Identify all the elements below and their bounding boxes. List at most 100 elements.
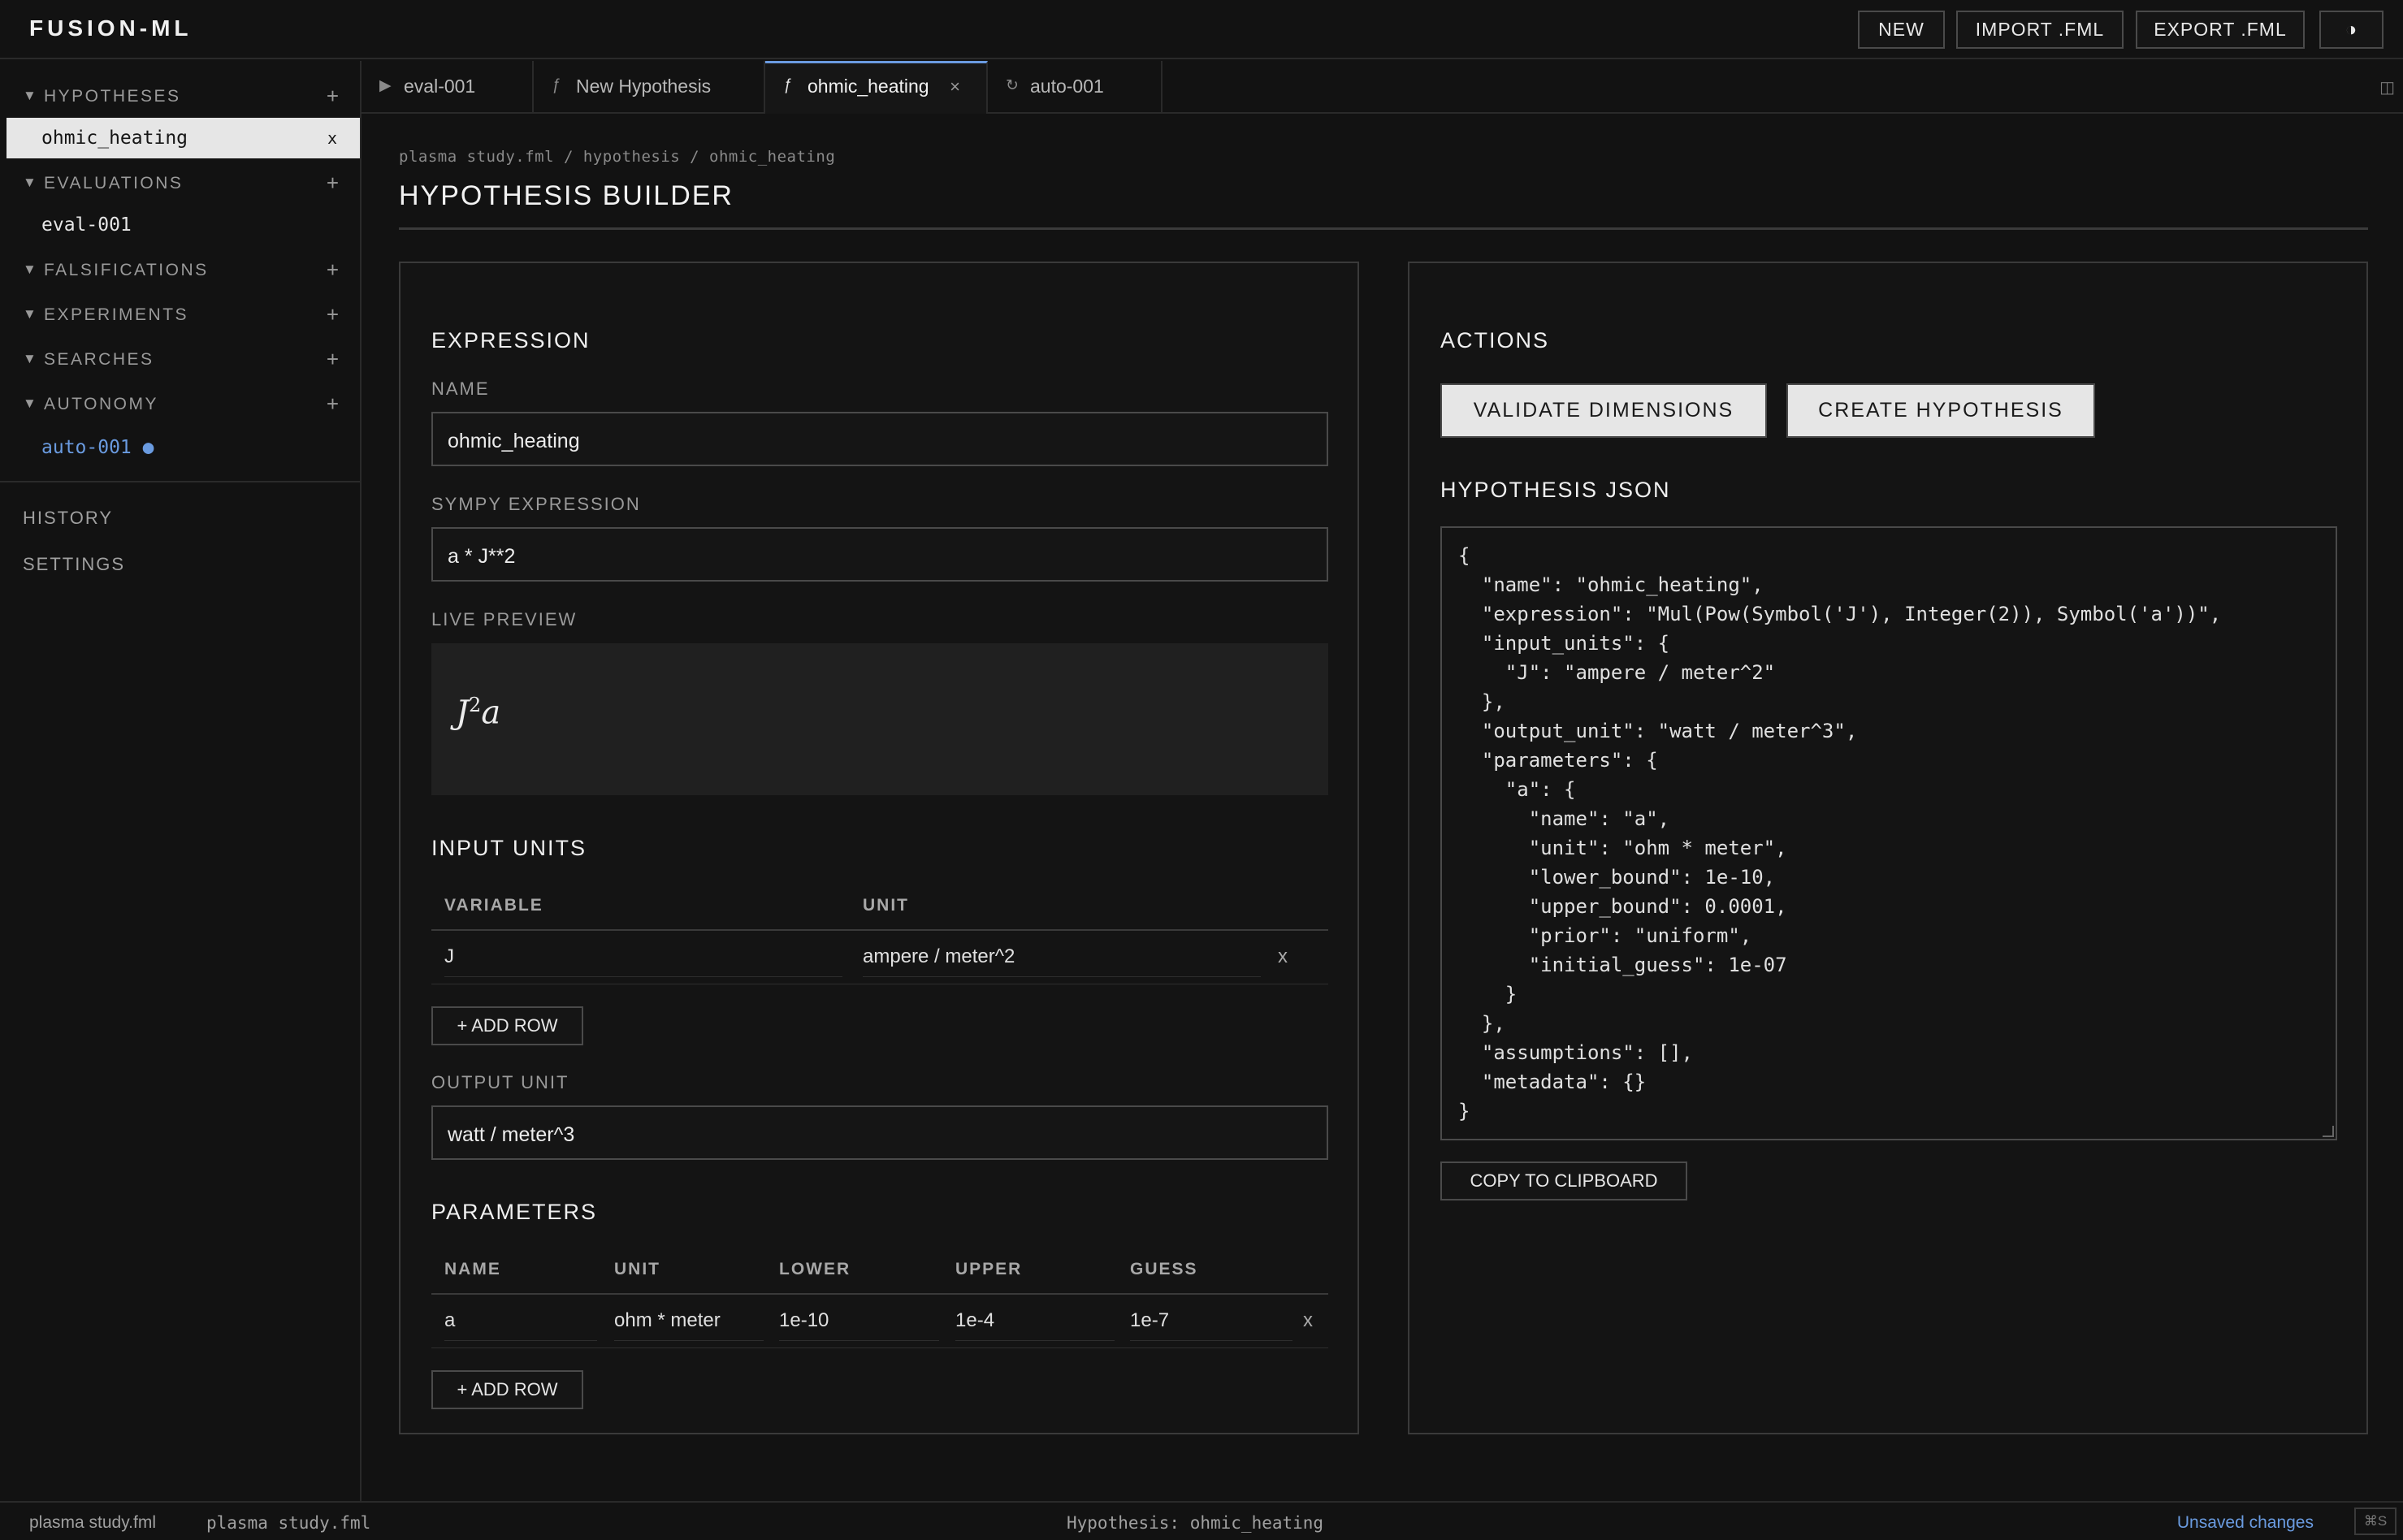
output-unit-label: OUTPUT UNIT [431,1072,569,1092]
column-header-unit: UNIT [863,896,909,915]
sidebar-item-auto-001[interactable]: auto-001 ● [6,427,360,468]
refresh-icon: ↻ [1006,77,1019,94]
theme-toggle-icon[interactable]: ◑ [2319,11,2384,49]
sidebar-item-eval-001[interactable]: eval-001 [6,205,360,245]
tab-ohmic-heating[interactable]: ƒ ohmic_heating × [765,61,988,114]
parameter-guess-cell[interactable]: 1e-7 [1130,1309,1169,1332]
copy-to-clipboard-button[interactable]: COPY TO CLIPBOARD [1440,1161,1687,1200]
expression-panel: EXPRESSION NAME ohmic_heating SYMPY EXPR… [399,262,1359,1434]
section-label: SEARCHES [44,350,154,369]
close-tab-icon[interactable]: × [950,76,960,97]
name-input[interactable]: ohmic_heating [431,412,1328,466]
sympy-label: SYMPY EXPRESSION [431,494,641,514]
add-input-unit-row-button[interactable]: + ADD ROW [431,1006,583,1045]
section-label: AUTONOMY [44,395,158,413]
sidebar: ▼ HYPOTHESES + ohmic_heating x ▼ EVALUAT… [0,61,362,1501]
nav-history[interactable]: HISTORY [23,508,113,529]
section-label: HYPOTHESES [44,87,181,106]
cell-underline [444,976,842,977]
sidebar-section-searches[interactable]: ▼ SEARCHES + [0,342,362,378]
new-button[interactable]: NEW [1858,11,1945,49]
status-current-item: Hypothesis: ohmic_heating [1067,1513,1324,1533]
close-icon[interactable]: x [327,128,337,148]
remove-row-icon[interactable]: x [1303,1309,1313,1332]
cell-underline [1130,1340,1292,1341]
json-content: { "name": "ohmic_heating", "expression":… [1458,544,2222,1123]
app-brand: FUSION-ML [29,15,193,41]
parameter-unit-cell[interactable]: ohm * meter [614,1309,721,1332]
add-parameter-row-button[interactable]: + ADD ROW [431,1370,583,1409]
sidebar-section-experiments[interactable]: ▼ EXPERIMENTS + [0,297,362,333]
expression-heading: EXPRESSION [431,328,591,353]
collapse-triangle-icon: ▼ [23,396,37,411]
rendered-formula: J2a [456,694,500,731]
function-icon: ƒ [552,76,561,93]
split-view-icon[interactable]: ◫ [2379,77,2395,97]
sidebar-section-hypotheses[interactable]: ▼ HYPOTHESES + [0,79,362,115]
parameters-heading: PARAMETERS [431,1200,598,1224]
top-bar: FUSION-ML NEW IMPORT .FML EXPORT .FML ◑ [0,0,2403,59]
sidebar-section-autonomy[interactable]: ▼ AUTONOMY + [0,387,362,422]
column-header-lower: LOWER [779,1260,851,1278]
cell-underline [955,1340,1115,1341]
add-search-icon[interactable]: + [327,347,339,372]
parameter-lower-cell[interactable]: 1e-10 [779,1309,829,1332]
section-label: FALSIFICATIONS [44,261,209,279]
tab-label: New Hypothesis [576,76,712,97]
tab-auto-001[interactable]: ↻ auto-001 [988,61,1163,114]
nav-settings[interactable]: SETTINGS [23,554,125,575]
add-autonomy-icon[interactable]: + [327,391,339,417]
sidebar-section-falsifications[interactable]: ▼ FALSIFICATIONS + [0,253,362,288]
hypothesis-json-textarea[interactable]: { "name": "ohmic_heating", "expression":… [1440,526,2337,1140]
name-label: NAME [431,379,490,399]
formula-exponent: 2 [469,694,482,716]
section-label: EVALUATIONS [44,174,184,192]
column-header-upper: UPPER [955,1260,1023,1278]
breadcrumb: plasma study.fml / hypothesis / ohmic_he… [399,148,836,166]
section-label: EXPERIMENTS [44,305,189,324]
actions-panel: ACTIONS VALIDATE DIMENSIONS CREATE HYPOT… [1408,262,2368,1434]
sidebar-item-ohmic-heating[interactable]: ohmic_heating x [6,118,360,158]
unsaved-changes-indicator[interactable]: Unsaved changes [2177,1513,2314,1533]
output-unit-input[interactable]: watt / meter^3 [431,1105,1328,1160]
sidebar-item-label: auto-001 ● [41,437,154,458]
collapse-triangle-icon: ▼ [23,306,37,322]
import-button[interactable]: IMPORT .FML [1956,11,2124,49]
sidebar-section-evaluations[interactable]: ▼ EVALUATIONS + [0,166,362,201]
live-preview-label: LIVE PREVIEW [431,609,578,629]
sidebar-divider [0,481,360,482]
collapse-triangle-icon: ▼ [23,262,37,277]
input-unit-variable-cell[interactable]: J [444,945,454,968]
tab-bar: ▶ eval-001 ƒ New Hypothesis ƒ ohmic_heat… [362,61,2403,114]
column-header-guess: GUESS [1130,1260,1198,1278]
status-bar: plasma study.fml plasma study.fml Hypoth… [0,1501,2403,1540]
table-header-rule [431,929,1328,931]
table-header-rule [431,1293,1328,1295]
input-unit-unit-cell[interactable]: ampere / meter^2 [863,945,1015,968]
status-file-name: plasma study.fml [29,1513,156,1532]
collapse-triangle-icon: ▼ [23,175,37,190]
input-units-heading: INPUT UNITS [431,836,587,860]
parameter-name-cell[interactable]: a [444,1309,455,1332]
resize-handle-icon[interactable] [2323,1126,2334,1137]
add-evaluation-icon[interactable]: + [327,171,339,196]
remove-row-icon[interactable]: x [1278,945,1288,968]
column-header-name: NAME [444,1260,501,1278]
export-button[interactable]: EXPORT .FML [2136,11,2305,49]
cell-underline [863,976,1261,977]
add-experiment-icon[interactable]: + [327,302,339,327]
play-icon: ▶ [379,77,392,94]
validate-dimensions-button[interactable]: VALIDATE DIMENSIONS [1440,383,1767,438]
create-hypothesis-button[interactable]: CREATE HYPOTHESIS [1786,383,2095,438]
column-header-variable: VARIABLE [444,896,543,915]
tab-eval-001[interactable]: ▶ eval-001 [362,61,534,114]
sympy-expression-input[interactable]: a * J**2 [431,527,1328,582]
column-header-unit: UNIT [614,1260,660,1278]
collapse-triangle-icon: ▼ [23,88,37,103]
save-shortcut-hint: ⌘S [2354,1508,2397,1535]
live-preview: J2a [431,643,1328,795]
add-falsification-icon[interactable]: + [327,257,339,283]
add-hypothesis-icon[interactable]: + [327,84,339,109]
tab-new-hypothesis[interactable]: ƒ New Hypothesis [534,61,765,114]
parameter-upper-cell[interactable]: 1e-4 [955,1309,994,1332]
